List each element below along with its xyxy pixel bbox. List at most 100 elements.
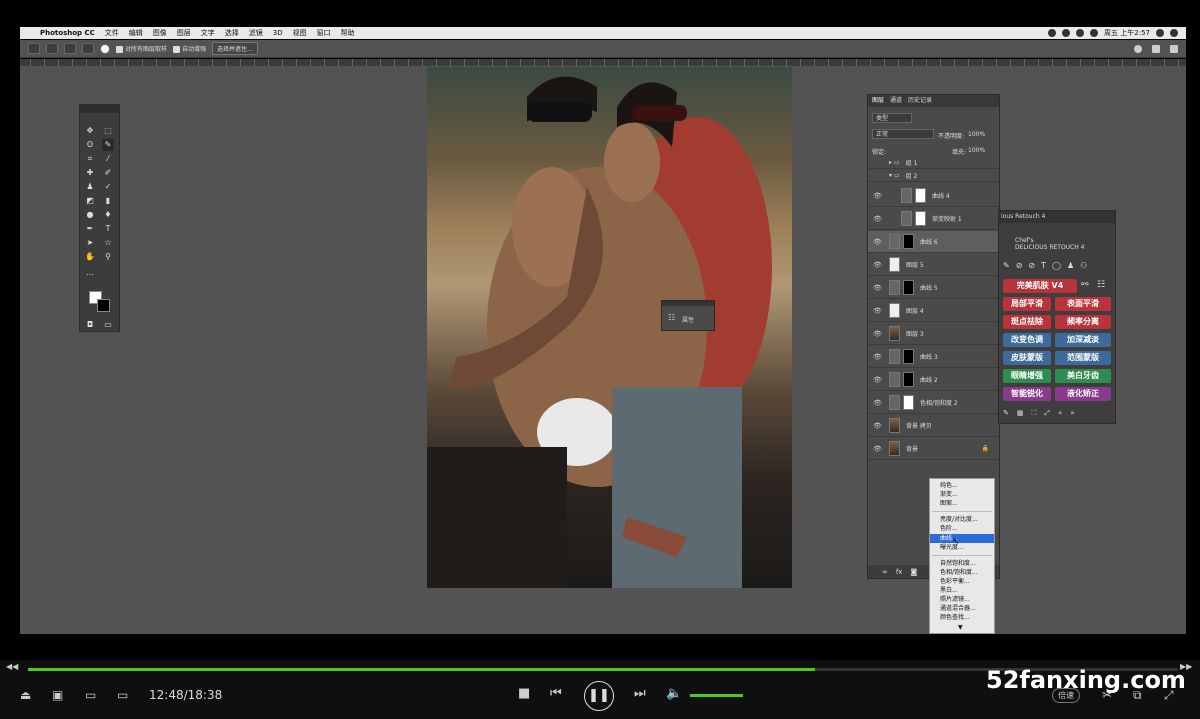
tool-preset-picker[interactable] <box>28 43 40 54</box>
visibility-eye-icon[interactable]: 👁 <box>873 330 883 338</box>
previous-icon[interactable]: ⏮ <box>550 686 562 701</box>
menu-item-gradient[interactable]: 渐变... <box>930 490 994 499</box>
pause-button[interactable]: ❚❚ <box>584 681 614 711</box>
more-tools-icon[interactable]: … <box>84 267 96 279</box>
menu-type[interactable]: 文字 <box>201 27 215 39</box>
visibility-eye-icon[interactable]: 👁 <box>873 445 883 453</box>
retouch-skin-mask-button[interactable]: 皮肤蒙版 <box>1003 351 1051 365</box>
status-icon[interactable] <box>1048 29 1057 37</box>
visibility-eye-icon[interactable]: 👁 <box>873 307 883 315</box>
visibility-eye-icon[interactable]: 👁 <box>873 192 883 200</box>
text-icon[interactable]: T <box>1041 261 1046 271</box>
blend-mode-select[interactable]: 正常 <box>872 129 934 139</box>
tab-history[interactable]: 历史记录 <box>908 95 932 107</box>
hand-tool-icon[interactable]: ✋ <box>84 251 96 263</box>
shape-tool-icon[interactable]: ☆ <box>102 237 114 249</box>
dodge-tool-icon[interactable]: ♦ <box>102 209 114 221</box>
eraser-tool-icon[interactable]: ◩ <box>84 195 96 207</box>
layer-row[interactable]: 👁 背景 🔒 <box>868 438 999 460</box>
layer-group-2[interactable]: ▾ ▭ 组 2 <box>868 169 999 182</box>
blur-tool-icon[interactable]: ● <box>84 209 96 221</box>
retouch-sharpen-button[interactable]: 智能锐化 <box>1003 387 1051 401</box>
menu-select[interactable]: 选择 <box>225 27 239 39</box>
sample-all-layers-checkbox[interactable]: 对所有图层取样 <box>116 44 167 53</box>
menu-item-vibrance[interactable]: 自然饱和度... <box>930 559 994 568</box>
menu-item-pattern[interactable]: 图案... <box>930 499 994 508</box>
rewind-icon[interactable]: ◀◀ <box>6 662 18 671</box>
share-icon[interactable] <box>1170 44 1178 53</box>
layer-row[interactable]: 👁 曲线 3 <box>868 346 999 368</box>
menu-file[interactable]: 文件 <box>105 27 119 39</box>
gradient-tool-icon[interactable]: ▮ <box>102 195 114 207</box>
menu-item-photo-filter[interactable]: 照片滤镜... <box>930 595 994 604</box>
menu-help[interactable]: 帮助 <box>341 27 355 39</box>
visibility-eye-icon[interactable]: 👁 <box>873 284 883 292</box>
film-icon[interactable]: ▦ <box>1017 409 1024 419</box>
type-tool-icon[interactable]: T <box>102 223 114 235</box>
clone-stamp-icon[interactable]: ♟ <box>84 181 96 193</box>
link-layers-icon[interactable]: ∞ <box>882 568 888 576</box>
layer-row[interactable]: 👁 图层 3 <box>868 323 999 345</box>
tab-channels[interactable]: 通道 <box>890 95 902 107</box>
chapter-icon[interactable]: ▣ <box>52 688 63 702</box>
menu-layer[interactable]: 图层 <box>177 27 191 39</box>
document-canvas-image[interactable] <box>427 67 792 588</box>
menu-item-exposure[interactable]: 曝光度... <box>930 543 994 552</box>
layer-row[interactable]: 👁 色相/饱和度 2 <box>868 392 999 414</box>
fit-icon[interactable]: ⛶ <box>1032 409 1037 419</box>
search-icon[interactable] <box>1156 29 1164 37</box>
menu-item-brightness-contrast[interactable]: 亮度/对比度... <box>930 515 994 524</box>
menu-view[interactable]: 视图 <box>293 27 307 39</box>
screen-icon[interactable]: ▭ <box>117 688 128 702</box>
retouch-range-mask-button[interactable]: 范围蒙版 <box>1055 351 1111 365</box>
tools-panel-header[interactable] <box>80 105 119 113</box>
menu-item-black-white[interactable]: 黑白... <box>930 586 994 595</box>
battery-icon[interactable] <box>1090 29 1099 37</box>
layer-row[interactable]: 👁 背景 拷贝 <box>868 415 999 437</box>
fill-input[interactable]: 100% <box>968 147 985 154</box>
layer-group-1[interactable]: ▸ ▭ 组 1 <box>868 157 999 169</box>
circle-icon[interactable]: ◯ <box>1052 261 1061 271</box>
eject-icon[interactable]: ⏏ <box>20 688 31 702</box>
menu-item-channel-mixer[interactable]: 通道混合器... <box>930 604 994 613</box>
volume-icon[interactable]: 🔈 <box>666 686 682 701</box>
properties-panel-header[interactable] <box>662 301 714 306</box>
wifi-icon[interactable] <box>1076 29 1085 37</box>
add-mask-icon[interactable]: ◙ <box>910 568 917 576</box>
pen-tool-icon[interactable]: ✒ <box>84 223 96 235</box>
layer-row[interactable]: 👁 曲线 4 <box>868 185 999 207</box>
retouch-surface-smooth-button[interactable]: 表面平滑 <box>1055 297 1111 311</box>
menu-edit[interactable]: 编辑 <box>129 27 143 39</box>
quick-mask-icon[interactable]: ◘ <box>84 319 96 331</box>
properties-panel[interactable]: ☷ 属性 <box>661 300 715 331</box>
menu-scroll-down-icon[interactable]: ▼ <box>958 624 963 631</box>
menu-image[interactable]: 图像 <box>153 27 167 39</box>
new-selection-button[interactable] <box>46 43 58 54</box>
visibility-eye-icon[interactable]: 👁 <box>873 376 883 384</box>
menu-item-color-lookup[interactable]: 颜色查找... <box>930 613 994 622</box>
marquee-tool-icon[interactable]: ⬚ <box>102 125 114 137</box>
visibility-eye-icon[interactable]: 👁 <box>873 261 883 269</box>
stop-icon[interactable]: ■ <box>518 686 530 701</box>
horizontal-ruler[interactable] <box>20 59 1186 67</box>
menu-item-curves[interactable]: 曲线... <box>930 534 994 543</box>
fx-icon[interactable]: fx <box>896 568 903 576</box>
settings-sliders-icon[interactable]: ☷ <box>1097 280 1105 290</box>
zoom-tool-icon[interactable]: ⚲ <box>102 251 114 263</box>
layer-row[interactable]: 👁 图层 5 <box>868 254 999 276</box>
brush-tool-icon[interactable]: ✐ <box>102 167 114 179</box>
retouch-dodge-burn-button[interactable]: 加深减淡 <box>1055 333 1111 347</box>
retouch-blemish-button[interactable]: 斑点祛除 <box>1003 315 1051 329</box>
menu-item-hue-saturation[interactable]: 色相/饱和度... <box>930 568 994 577</box>
tab-layers[interactable]: 图层 <box>872 95 884 107</box>
eyedropper-tool-icon[interactable]: ⁄ <box>102 153 114 165</box>
screen-mode-icon[interactable]: ▭ <box>102 319 114 331</box>
workspace-icon[interactable] <box>1152 44 1160 53</box>
fullscreen-icon[interactable]: ⤢ <box>1164 688 1174 703</box>
retouch-teeth-whiten-button[interactable]: 美白牙齿 <box>1055 369 1111 383</box>
layer-row[interactable]: 👁 曲线 5 <box>868 277 999 299</box>
visibility-eye-icon[interactable]: 👁 <box>873 238 883 246</box>
lasso-tool-icon[interactable]: ʘ <box>84 139 96 151</box>
stamp-icon[interactable]: ♟ <box>1067 261 1074 271</box>
menu-item-levels[interactable]: 色阶... <box>930 524 994 533</box>
